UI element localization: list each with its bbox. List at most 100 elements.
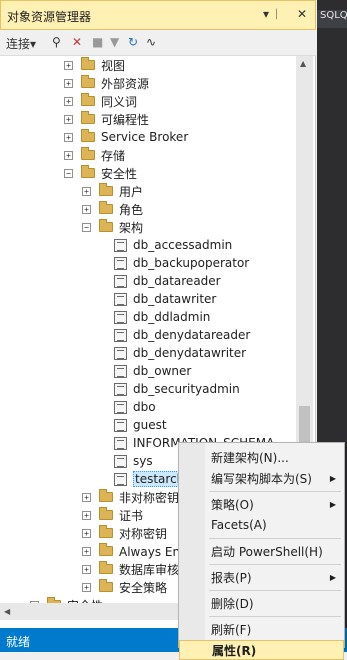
tree-node-label: db_backupoperator [133, 256, 250, 270]
collapse-icon[interactable]: − [64, 168, 73, 178]
tree-node[interactable]: sys [114, 452, 153, 470]
folder-icon [99, 201, 113, 214]
folder-icon [99, 507, 113, 520]
tree-node[interactable]: db_ddladmin [114, 308, 210, 326]
stop-icon[interactable]: ■ [92, 35, 103, 49]
tree-node-label: dbo [133, 400, 156, 414]
tree-node[interactable]: guest [114, 416, 167, 434]
tree-node[interactable]: + 存储 [64, 146, 125, 164]
menu-item[interactable]: 属性(R) [179, 640, 344, 660]
tree-node-label: 安全策略 [119, 580, 168, 595]
tree-node[interactable]: + 角色 [82, 200, 143, 218]
tree-node[interactable]: + 证书 [82, 506, 143, 524]
tree-node[interactable]: + Service Broker [64, 128, 188, 146]
tree-node[interactable]: +安全性 [30, 596, 103, 603]
menu-item-label: 新建架构(N)... [211, 450, 289, 465]
scroll-left-icon[interactable]: ◀ [4, 607, 10, 616]
submenu-arrow-icon: ▶ [329, 473, 336, 483]
menu-item[interactable]: Facets(A) [179, 515, 344, 535]
schema-icon [114, 418, 127, 432]
activity-monitor-icon[interactable]: ∿ [146, 35, 156, 49]
tree-node[interactable]: db_owner [114, 362, 191, 380]
status-text: 就绪 [6, 635, 31, 649]
tree-node[interactable]: + 用户 [82, 182, 143, 200]
disconnect-icon[interactable]: ✕ [72, 35, 82, 49]
close-icon[interactable]: ✕ [297, 7, 307, 21]
tree-node[interactable]: + 非对称密钥 [82, 488, 179, 506]
tree-node[interactable]: db_denydatawriter [114, 344, 246, 362]
tree-node[interactable]: dbo [114, 398, 156, 416]
expand-icon[interactable]: + [82, 546, 91, 556]
tree-node-label: db_datawriter [133, 292, 217, 306]
tree-node-label: 可编程性 [101, 112, 150, 127]
schema-icon [114, 382, 127, 396]
tree-node[interactable]: db_accessadmin [114, 236, 232, 254]
tree-node[interactable]: + 安全策略 [82, 578, 167, 596]
tree-node[interactable]: db_backupoperator [114, 254, 249, 272]
tree-node-label: db_ddladmin [133, 310, 211, 324]
tree-node[interactable]: + 对称密钥 [82, 524, 167, 542]
tree-node-label: 存储 [101, 148, 126, 163]
tree-node[interactable]: + 可编程性 [64, 110, 149, 128]
tree-node[interactable]: db_datawriter [114, 290, 216, 308]
collapse-icon[interactable]: − [82, 222, 91, 232]
tree-node[interactable]: − 安全性 [64, 164, 137, 182]
tree-node-label: db_datareader [133, 274, 221, 288]
schema-icon [114, 292, 127, 306]
connect-icon[interactable]: ⚲ [52, 35, 61, 49]
pin-icon[interactable]: ▾ ᛁ [263, 7, 280, 21]
tree-node[interactable]: + 外部资源 [64, 74, 149, 92]
menu-item[interactable]: 策略(O) ▶ [179, 494, 344, 514]
menu-separator [209, 590, 341, 591]
submenu-arrow-icon: ▶ [329, 499, 336, 509]
menu-item-label: 删除(D) [211, 596, 254, 611]
menu-item-label: Facets(A) [211, 518, 267, 532]
refresh-icon[interactable]: ↻ [128, 35, 138, 49]
tree-node[interactable]: db_datareader [114, 272, 221, 290]
tree-node[interactable]: + 视图 [64, 56, 125, 74]
expand-icon[interactable]: + [64, 150, 73, 160]
menu-item[interactable]: 启动 PowerShell(H) [179, 541, 344, 561]
expand-icon[interactable]: + [64, 60, 73, 70]
context-menu: 新建架构(N)... 编写架构脚本为(S) ▶ 策略(O) ▶ Facets(A) 启动 P… [178, 442, 345, 660]
expand-icon[interactable]: + [64, 114, 73, 124]
expand-icon[interactable]: + [82, 510, 91, 520]
folder-icon [99, 489, 113, 502]
expand-icon[interactable]: + [82, 582, 91, 592]
expand-icon[interactable]: + [64, 78, 73, 88]
menu-item[interactable]: 刷新(F) [179, 619, 344, 639]
tree-node[interactable]: + 同义词 [64, 92, 137, 110]
expand-icon[interactable]: + [82, 528, 91, 538]
schema-icon [114, 472, 127, 486]
expand-icon[interactable]: + [82, 492, 91, 502]
expand-icon[interactable]: + [64, 96, 73, 106]
tree-node-label: db_owner [133, 364, 192, 378]
tree-node[interactable]: db_securityadmin [114, 380, 240, 398]
expand-icon[interactable]: + [64, 132, 73, 142]
connect-button[interactable]: 连接▾ [6, 35, 36, 52]
expand-icon[interactable]: + [82, 564, 91, 574]
menu-item[interactable]: 编写架构脚本为(S) ▶ [179, 468, 344, 488]
menu-item-label: 启动 PowerShell(H) [211, 544, 323, 559]
query-tab[interactable]: SQLQ [317, 10, 347, 28]
menu-item[interactable]: 报表(P) ▶ [179, 567, 344, 587]
folder-icon [81, 93, 95, 106]
folder-icon [81, 57, 95, 70]
folder-icon [99, 543, 113, 556]
schema-icon [114, 328, 127, 342]
expand-icon[interactable]: + [82, 204, 91, 214]
menu-item-label: 属性(R) [212, 643, 257, 658]
tree-node[interactable]: − 架构 [82, 218, 143, 236]
menu-item[interactable]: 删除(D) [179, 593, 344, 613]
menu-separator [209, 564, 341, 565]
schema-icon [114, 310, 127, 324]
schema-icon [114, 256, 127, 270]
scroll-up-icon[interactable]: ▲ [300, 59, 306, 68]
tree-node[interactable]: db_denydatareader [114, 326, 250, 344]
folder-icon [81, 147, 95, 160]
menu-item[interactable]: 新建架构(N)... [179, 447, 344, 467]
filter-icon[interactable]: ▼ [110, 35, 119, 49]
menu-item-label: 策略(O) [211, 497, 254, 512]
tree-node-label: 视图 [101, 58, 126, 73]
expand-icon[interactable]: + [82, 186, 91, 196]
